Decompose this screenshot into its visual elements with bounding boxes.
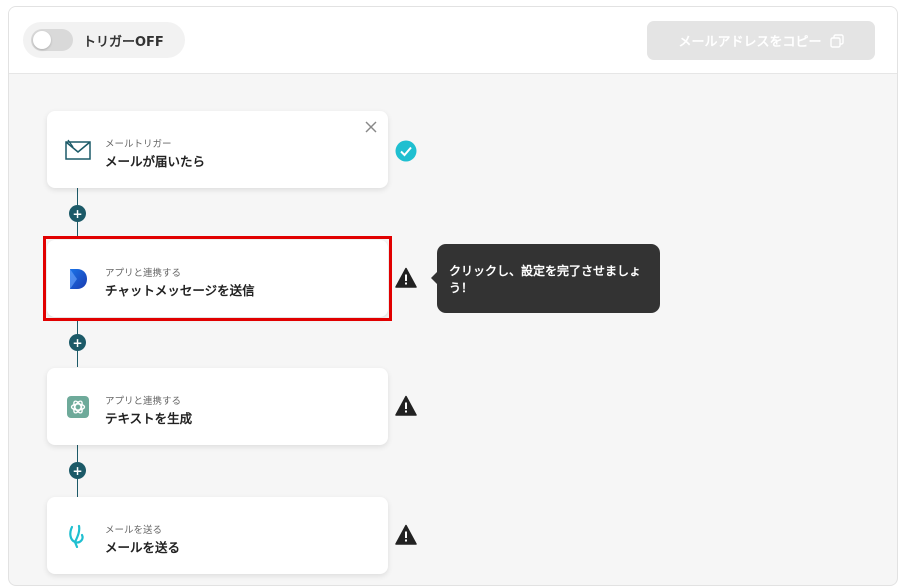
completion-tooltip: クリックし、設定を完了させましょう！	[431, 244, 660, 313]
trigger-toggle-group[interactable]: トリガーOFF	[23, 22, 185, 58]
step-type-label: メールを送る	[105, 525, 163, 536]
toggle-knob	[33, 31, 51, 49]
trigger-toggle[interactable]	[31, 29, 73, 51]
copy-email-address-label: メールアドレスをコピー	[678, 35, 822, 50]
tooltip-text: クリックし、設定を完了させましょう！	[449, 263, 642, 295]
add-step-button[interactable]: +	[69, 462, 86, 479]
add-step-button[interactable]: +	[69, 334, 86, 351]
close-icon[interactable]	[364, 120, 378, 134]
add-step-button[interactable]: +	[69, 205, 86, 222]
step-type-label: メールトリガー	[105, 139, 172, 150]
step-card-send-mail[interactable]: メールを送る メールを送る	[47, 497, 388, 574]
highlight-box	[43, 236, 392, 321]
trigger-status-label: トリガーOFF	[83, 34, 164, 50]
mail-icon	[65, 137, 91, 163]
warning-icon	[395, 267, 417, 288]
copy-icon	[829, 33, 844, 48]
step-card-mail-trigger[interactable]: メールトリガー メールが届いたら	[47, 111, 388, 188]
step-title: テキストを生成	[105, 411, 193, 426]
ai-icon	[65, 394, 91, 420]
step-type-label: アプリと連携する	[105, 396, 182, 407]
step-card-generate-text[interactable]: アプリと連携する テキストを生成	[47, 368, 388, 445]
warning-icon	[395, 395, 417, 416]
warning-icon	[395, 524, 417, 545]
copy-email-address-button[interactable]: メールアドレスをコピー	[647, 21, 875, 60]
send-mail-icon	[65, 523, 91, 549]
step-title: メールを送る	[105, 540, 181, 555]
top-bar: トリガーOFF メールアドレスをコピー	[9, 7, 897, 74]
step-title: メールが届いたら	[105, 154, 206, 169]
check-circle-icon	[395, 140, 417, 162]
flow-editor: トリガーOFF メールアドレスをコピー + + + メールトリガー メールが届い…	[8, 6, 898, 586]
